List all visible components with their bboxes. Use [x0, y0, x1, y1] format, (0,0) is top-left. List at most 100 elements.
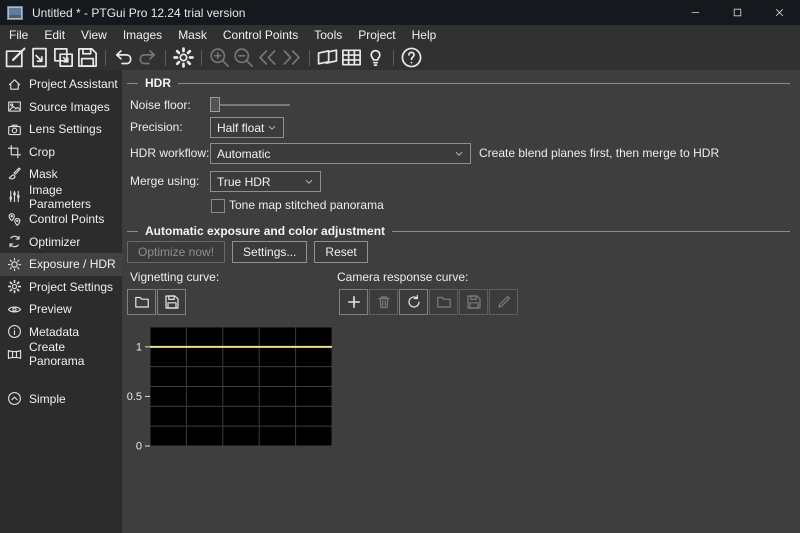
menu-item-edit[interactable]: Edit: [36, 26, 73, 44]
precision-select[interactable]: Half float: [210, 117, 284, 138]
crop-icon: [7, 144, 22, 159]
camera-icon: [7, 122, 22, 137]
svg-text:0.5: 0.5: [127, 391, 142, 403]
hdr-workflow-value: Automatic: [217, 146, 271, 161]
app-icon: [7, 5, 23, 20]
tone-map-checkbox[interactable]: [211, 199, 225, 213]
hdr-workflow-note: Create blend planes first, then merge to…: [479, 146, 720, 160]
menu-item-images[interactable]: Images: [115, 26, 170, 44]
optimize-now-button[interactable]: Optimize now!: [127, 241, 226, 263]
previous-image-button[interactable]: [256, 47, 279, 68]
svg-text:0: 0: [136, 441, 142, 453]
help-button[interactable]: [400, 47, 423, 68]
sidebar-item-label: Source Images: [29, 99, 110, 114]
panorama-icon: [7, 347, 22, 362]
vignetting-save-button[interactable]: [157, 289, 186, 315]
menu-item-help[interactable]: Help: [404, 26, 445, 44]
assistant-hint-button[interactable]: [364, 47, 387, 68]
zoom-in-button[interactable]: [208, 47, 231, 68]
reset-button[interactable]: Reset: [314, 241, 368, 263]
sidebar-item-simple[interactable]: Simple: [0, 388, 122, 411]
chevron-down-icon: [454, 149, 464, 159]
settings-button[interactable]: Settings...: [232, 241, 308, 263]
info-icon: [7, 324, 22, 339]
window-title: Untitled * - PTGui Pro 12.24 trial versi…: [32, 5, 246, 20]
image-icon: [7, 99, 22, 114]
menu-item-file[interactable]: File: [1, 26, 36, 44]
auto-exposure-buttons: Optimize now! Settings... Reset: [127, 241, 368, 263]
noise-floor-slider[interactable]: [210, 97, 290, 112]
minimize-button[interactable]: [674, 0, 716, 25]
merge-using-label: Merge using:: [130, 174, 200, 188]
response-add-button[interactable]: [339, 289, 368, 315]
response-edit-button[interactable]: [489, 289, 518, 315]
sidebar-item-exposure-hdr[interactable]: Exposure / HDR: [0, 253, 122, 276]
titlebar: Untitled * - PTGui Pro 12.24 trial versi…: [0, 0, 800, 25]
edit-square-icon: [4, 46, 27, 69]
new-project-button[interactable]: [4, 47, 27, 68]
camera-response-curve-buttons: [339, 289, 519, 315]
sidebar-item-image-parameters[interactable]: Image Parameters: [0, 183, 122, 211]
toolbar-separator: [309, 49, 310, 66]
response-save-button[interactable]: [459, 289, 488, 315]
settings-gear-button[interactable]: [172, 47, 195, 68]
hdr-workflow-select[interactable]: Automatic: [210, 143, 471, 164]
camera-response-curve-label: Camera response curve:: [337, 270, 469, 284]
slider-handle[interactable]: [210, 97, 220, 112]
sidebar-item-control-points[interactable]: Control Points: [0, 208, 122, 231]
svg-text:1: 1: [136, 341, 142, 353]
auto-exposure-group-title: Automatic exposure and color adjustment: [145, 224, 386, 238]
sidebar-item-label: Lens Settings: [29, 122, 102, 137]
floppy-icon: [164, 294, 180, 310]
zoom-out-button[interactable]: [232, 47, 255, 68]
sidebar-item-optimizer[interactable]: Optimizer: [0, 231, 122, 254]
sun-icon: [7, 257, 22, 272]
zoom-out-icon: [232, 46, 255, 69]
sidebar-item-create-panorama[interactable]: Create Panorama: [0, 340, 122, 369]
detail-viewer-button[interactable]: [340, 47, 363, 68]
save-project-button[interactable]: [76, 47, 99, 68]
sidebar-item-project-assistant[interactable]: Project Assistant: [0, 73, 122, 96]
sidebar-item-label: Project Assistant: [29, 77, 118, 92]
hdr-workflow-label: HDR workflow:: [130, 146, 210, 160]
plus-icon: [346, 294, 362, 310]
toolbar-separator: [105, 49, 106, 66]
group-line: [178, 82, 790, 84]
group-line: [127, 230, 138, 232]
response-open-button[interactable]: [429, 289, 458, 315]
open-project-button[interactable]: [28, 47, 51, 68]
redo-button[interactable]: [136, 47, 159, 68]
chevron-down-icon: [304, 177, 314, 187]
close-button[interactable]: [758, 0, 800, 25]
sidebar-item-label: Create Panorama: [29, 340, 85, 369]
floppy-icon: [76, 46, 99, 69]
sidebar-item-label: Control Points: [29, 212, 105, 227]
sidebar-item-project-settings[interactable]: Project Settings: [0, 276, 122, 299]
duplicate-project-button[interactable]: [52, 47, 75, 68]
sidebar-item-label: Crop: [29, 144, 56, 159]
vignetting-open-button[interactable]: [127, 289, 156, 315]
menu-item-mask[interactable]: Mask: [170, 26, 215, 44]
tone-map-label: Tone map stitched panorama: [229, 198, 384, 212]
floppy-icon: [466, 294, 482, 310]
menu-item-tools[interactable]: Tools: [306, 26, 350, 44]
sidebar-item-lens-settings[interactable]: Lens Settings: [0, 118, 122, 141]
undo-button[interactable]: [112, 47, 135, 68]
sidebar-item-crop[interactable]: Crop: [0, 141, 122, 164]
menubar: File Edit View Images Mask Control Point…: [0, 25, 800, 45]
next-image-button[interactable]: [280, 47, 303, 68]
map-pins-icon: [7, 212, 22, 227]
sidebar-item-source-images[interactable]: Source Images: [0, 96, 122, 119]
merge-using-select[interactable]: True HDR: [210, 171, 321, 192]
menu-item-project[interactable]: Project: [350, 26, 403, 44]
sidebar-item-preview[interactable]: Preview: [0, 298, 122, 321]
response-delete-button[interactable]: [369, 289, 398, 315]
panorama-editor-button[interactable]: [316, 47, 339, 68]
response-reload-button[interactable]: [399, 289, 428, 315]
auto-exposure-group-header: Automatic exposure and color adjustment: [127, 224, 790, 238]
menu-item-view[interactable]: View: [73, 26, 115, 44]
toolbar-separator: [165, 49, 166, 66]
maximize-button[interactable]: [716, 0, 758, 25]
menu-item-control-points[interactable]: Control Points: [215, 26, 306, 44]
sidebar: Project Assistant Source Images Lens Setti…: [0, 70, 122, 533]
